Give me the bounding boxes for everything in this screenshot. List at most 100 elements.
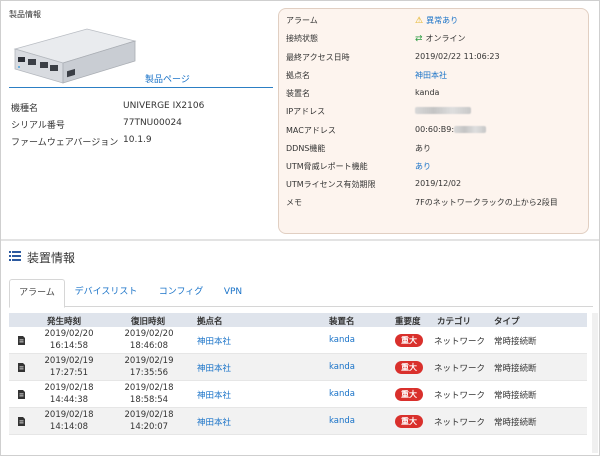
mac-address-prefix: 00:60:B9: <box>415 125 455 134</box>
occurred-time: 2019/02/19 17:27:51 <box>44 356 94 378</box>
tab-vpn[interactable]: VPN <box>217 279 249 307</box>
status-value: ⇄ オンライン <box>415 33 466 44</box>
device-link[interactable]: kanda <box>329 335 355 345</box>
site-link[interactable]: 神田本社 <box>415 70 447 81</box>
status-label: 最終アクセス日時 <box>286 53 350 62</box>
col-severity: 重要度 <box>395 317 421 327</box>
product-page-link[interactable]: 製品ページ <box>145 72 190 85</box>
section-divider <box>1 239 599 241</box>
status-row-alarm: アラーム ⚠ 異常あり <box>286 15 458 26</box>
col-site: 拠点名 <box>197 317 223 327</box>
status-row-ddns: DDNS機能 あり <box>286 143 431 154</box>
spec-model: 機種名 UNIVERGE IX2106 <box>11 101 204 114</box>
tab-config[interactable]: コンフィグ <box>153 279 209 307</box>
col-recovered: 復旧時刻 <box>131 317 166 327</box>
status-label: UTM脅威レポート機能 <box>286 162 368 171</box>
device-link[interactable]: kanda <box>329 389 355 399</box>
status-label: メモ <box>286 198 302 207</box>
spec-serial-label: シリアル番号 <box>11 121 65 131</box>
spec-model-value: UNIVERGE IX2106 <box>123 101 205 111</box>
status-row-device-name: 装置名 kanda <box>286 88 439 99</box>
document-icon[interactable] <box>18 363 25 372</box>
scrollbar[interactable] <box>592 313 598 453</box>
category: ネットワーク <box>434 364 486 374</box>
spec-serial-value: 77TNU00024 <box>123 118 182 128</box>
table-row[interactable]: 2019/02/18 14:14:08 2019/02/18 14:20:07 神田… <box>9 408 587 435</box>
ip-address-redacted <box>415 106 471 115</box>
status-value: あり <box>415 144 431 153</box>
col-occurred: 発生時刻 <box>47 317 82 327</box>
severity-badge: 重大 <box>395 415 423 428</box>
site-link[interactable]: 神田本社 <box>197 335 231 347</box>
alarm-type: 常時接続断 <box>494 418 537 428</box>
spec-firmware-label: ファームウェアバージョン <box>11 138 119 148</box>
product-link-underline <box>9 87 273 88</box>
alarm-status-link[interactable]: 異常あり <box>426 16 458 25</box>
mac-address-redacted <box>454 126 487 133</box>
occurred-time: 2019/02/18 14:14:08 <box>44 410 94 432</box>
status-label: UTMライセンス有効期限 <box>286 180 376 189</box>
status-row-site: 拠点名 神田本社 <box>286 70 447 81</box>
status-panel: アラーム ⚠ 異常あり 接続状態 ⇄ オンライン 最終アクセス日時 2019/02/… <box>278 8 589 234</box>
status-row-memo: メモ 7Fのネットワークラックの上から2段目 <box>286 197 558 208</box>
col-device: 装置名 <box>329 317 355 327</box>
spec-model-label: 機種名 <box>11 104 39 114</box>
recovered-time: 2019/02/18 14:20:07 <box>124 410 174 432</box>
site-link[interactable]: 神田本社 <box>197 416 231 428</box>
severity-badge: 重大 <box>395 388 423 401</box>
status-row-utm-license: UTMライセンス有効期限 2019/12/02 <box>286 179 461 190</box>
status-value: 7Fのネットワークラックの上から2段目 <box>415 198 558 207</box>
status-value: 2019/02/22 11:06:23 <box>415 52 500 61</box>
main-frame: 製品情報 製品ページ 機種名 UNIVERGE IX2106 シリアル番号 77… <box>0 0 600 456</box>
status-label: MACアドレス <box>286 126 336 135</box>
alarm-type: 常時接続断 <box>494 364 537 374</box>
category: ネットワーク <box>434 391 486 401</box>
status-label: 拠点名 <box>286 71 310 80</box>
spec-firmware-value: 10.1.9 <box>123 135 152 145</box>
status-value: 00:60:B9: <box>415 125 487 134</box>
tab-bar: アラーム デバイスリスト コンフィグ VPN <box>9 279 593 308</box>
table-row[interactable]: 2019/02/19 17:27:51 2019/02/19 17:35:56 神田… <box>9 354 587 381</box>
status-label: 装置名 <box>286 89 310 98</box>
list-icon <box>9 251 21 261</box>
table-header: 発生時刻 復旧時刻 拠点名 装置名 重要度 カテゴリ タイプ <box>9 313 587 327</box>
category: ネットワーク <box>434 418 486 428</box>
tab-device-list[interactable]: デバイスリスト <box>71 279 141 307</box>
product-info-title: 製品情報 <box>9 10 41 19</box>
tab-alarm[interactable]: アラーム <box>9 279 65 308</box>
warning-icon: ⚠ <box>415 16 424 26</box>
occurred-time: 2019/02/18 14:44:38 <box>44 383 94 405</box>
status-label: DDNS機能 <box>286 144 326 153</box>
site-link[interactable]: 神田本社 <box>197 389 231 401</box>
status-row-last-access: 最終アクセス日時 2019/02/22 11:06:23 <box>286 52 500 63</box>
device-link[interactable]: kanda <box>329 362 355 372</box>
occurred-time: 2019/02/20 16:14:58 <box>44 329 94 351</box>
status-value: ⚠ 異常あり <box>415 15 458 26</box>
connection-status: オンライン <box>425 34 466 43</box>
utm-report-link[interactable]: あり <box>415 161 431 172</box>
category: ネットワーク <box>434 337 486 347</box>
status-row-utm-report: UTM脅威レポート機能 あり <box>286 161 431 172</box>
document-icon[interactable] <box>18 390 25 399</box>
status-value: kanda <box>415 88 440 97</box>
status-label: 接続状態 <box>286 34 318 43</box>
status-value: 2019/12/02 <box>415 179 462 188</box>
alarm-type: 常時接続断 <box>494 337 537 347</box>
sync-icon: ⇄ <box>415 34 423 44</box>
col-type: タイプ <box>494 317 520 327</box>
device-link[interactable]: kanda <box>329 416 355 426</box>
col-category: カテゴリ <box>437 317 472 327</box>
severity-badge: 重大 <box>395 334 423 347</box>
status-row-ip: IPアドレス <box>286 106 471 117</box>
site-link[interactable]: 神田本社 <box>197 362 231 374</box>
device-info-title: 装置情報 <box>27 251 76 265</box>
table-row[interactable]: 2019/02/18 14:44:38 2019/02/18 18:58:54 神田… <box>9 381 587 408</box>
status-row-mac: MACアドレス 00:60:B9: <box>286 125 487 136</box>
recovered-time: 2019/02/18 18:58:54 <box>124 383 174 405</box>
document-icon[interactable] <box>18 417 25 426</box>
status-label: IPアドレス <box>286 107 326 116</box>
recovered-time: 2019/02/20 18:46:08 <box>124 329 174 351</box>
severity-badge: 重大 <box>395 361 423 374</box>
document-icon[interactable] <box>18 336 25 345</box>
table-row[interactable]: 2019/02/20 16:14:58 2019/02/20 18:46:08 神田… <box>9 327 587 354</box>
